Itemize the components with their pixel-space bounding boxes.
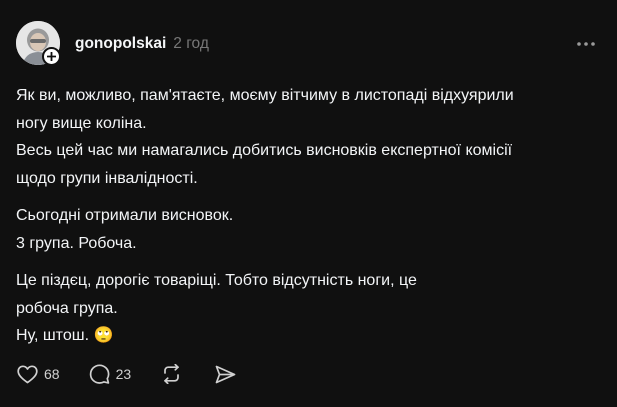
text-line: Ну, штош. 🙄	[16, 327, 114, 344]
text-line: 3 група. Робоча.	[16, 234, 137, 252]
text-line: робоча група.	[16, 299, 118, 317]
post-paragraph: Як ви, можливо, пам'ятаєте, моєму вітчим…	[16, 82, 606, 192]
more-options-button[interactable]	[574, 36, 598, 52]
plus-icon	[47, 52, 56, 61]
reply-count: 23	[115, 366, 132, 382]
thread-post: gonopolskai 2 год Як ви, можливо, пам'ят…	[0, 0, 617, 407]
post-paragraph: Це піздєц, дорогіє товаріщі. Тобто відсу…	[16, 267, 606, 350]
text-line: ногу вище коліна.	[16, 114, 147, 132]
like-button[interactable]: 68	[17, 364, 60, 384]
text-line: Як ви, можливо, пам'ятаєте, моєму вітчим…	[16, 87, 514, 104]
post-timestamp[interactable]: 2 год	[173, 35, 209, 53]
text-line: Це піздєц, дорогіє товаріщі. Тобто відсу…	[16, 272, 417, 289]
more-horizontal-icon	[577, 42, 595, 46]
text-line: Весь цей час ми намагались добитись висн…	[16, 142, 513, 159]
heart-icon	[17, 364, 38, 383]
post-body: Як ви, можливо, пам'ятаєте, моєму вітчим…	[16, 82, 606, 350]
share-button[interactable]	[215, 365, 236, 384]
like-count: 68	[44, 366, 60, 382]
send-icon	[215, 365, 236, 383]
text-line: Сьогодні отримали висновок.	[16, 207, 234, 224]
reply-button[interactable]: 23	[89, 364, 132, 384]
post-paragraph: Сьогодні отримали висновок. 3 група. Роб…	[16, 202, 606, 257]
comment-icon	[89, 364, 110, 384]
text-line: щодо групи інвалідності.	[16, 169, 198, 187]
repost-button[interactable]	[161, 364, 182, 384]
avatar-container[interactable]	[16, 21, 62, 67]
repost-icon	[164, 364, 180, 384]
action-bar: 68 23	[17, 363, 236, 385]
follow-button[interactable]	[42, 47, 61, 66]
username-link[interactable]: gonopolskai	[75, 35, 166, 53]
post-header: gonopolskai 2 год	[75, 35, 209, 53]
